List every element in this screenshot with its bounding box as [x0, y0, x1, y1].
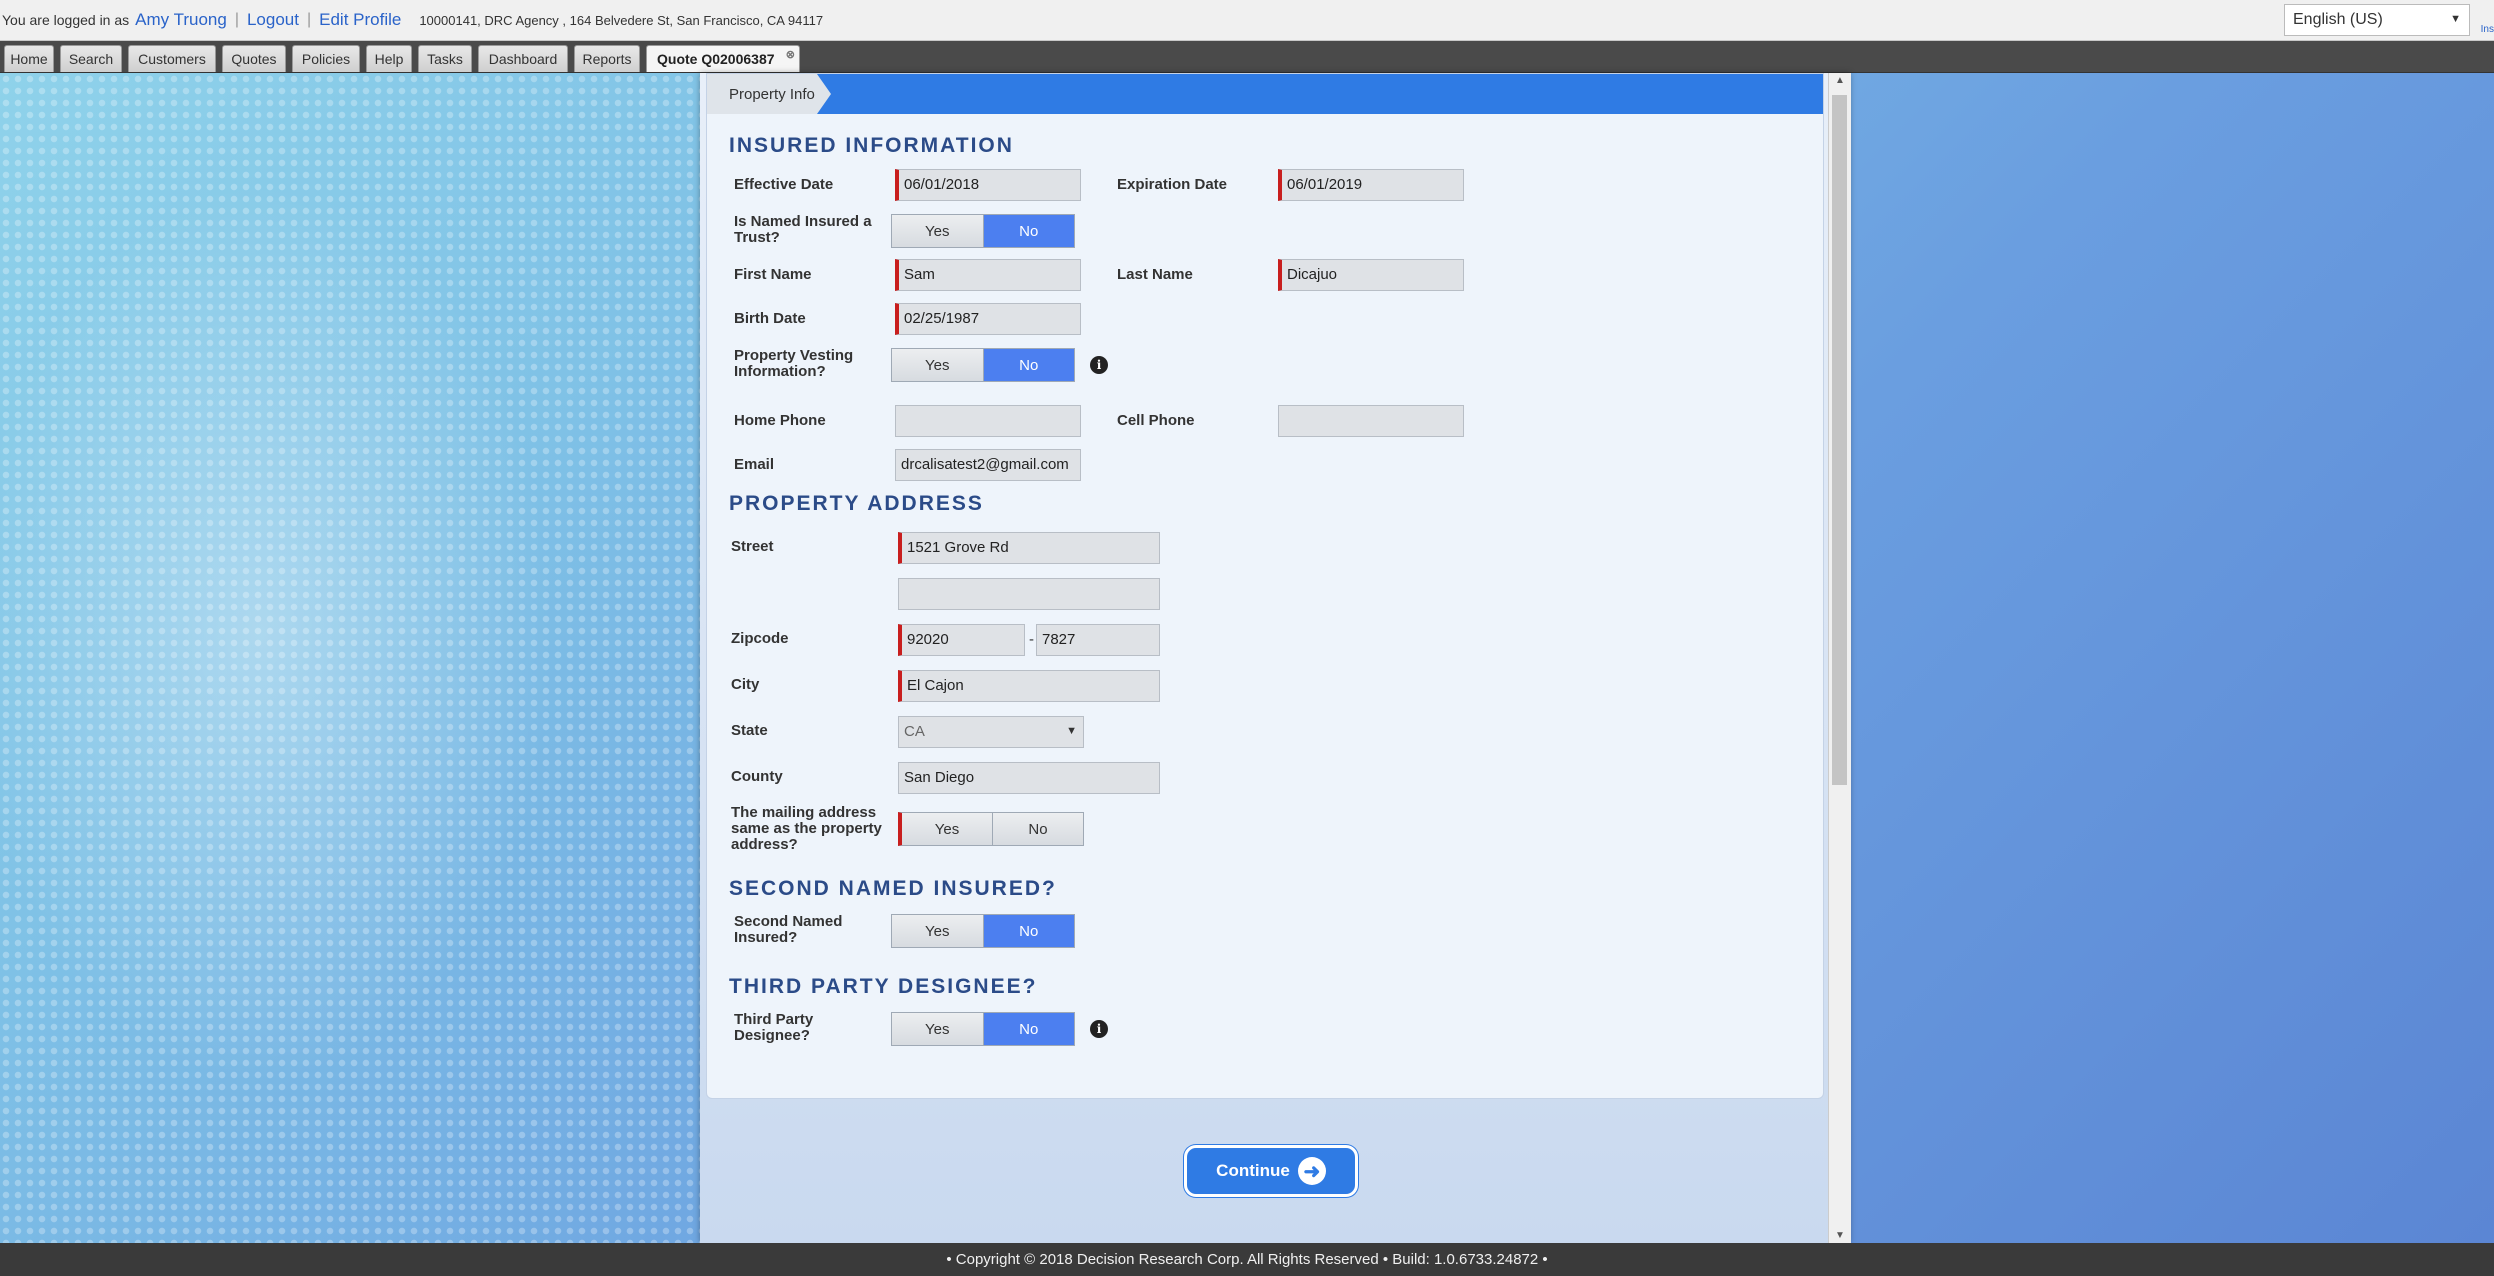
trust-toggle[interactable]: Yes No	[891, 214, 1075, 248]
zip-extension-input[interactable]: 7827	[1036, 624, 1160, 656]
email-label: Email	[734, 456, 775, 473]
county-label: County	[731, 768, 783, 785]
tab-dashboard[interactable]: Dashboard	[478, 45, 568, 72]
card-header: Property Info	[707, 74, 1823, 114]
third-party-yes-button[interactable]: Yes	[892, 1013, 983, 1045]
divider: |	[306, 11, 312, 28]
tab-tasks[interactable]: Tasks	[418, 45, 472, 72]
street2-input[interactable]	[898, 578, 1160, 610]
state-value: CA	[904, 723, 925, 740]
trust-yes-button[interactable]: Yes	[892, 215, 983, 247]
mailing-yes-button[interactable]: Yes	[902, 813, 992, 845]
tab-policies[interactable]: Policies	[292, 45, 360, 72]
logout-link[interactable]: Logout	[247, 10, 299, 30]
street-label: Street	[731, 538, 774, 555]
home-phone-label: Home Phone	[734, 412, 826, 429]
expiration-date-input[interactable]: 06/01/2019	[1278, 169, 1464, 201]
divider: |	[234, 11, 239, 28]
user-bar: You are logged in as Amy Truong | Logout…	[0, 0, 2494, 41]
tab-help[interactable]: Help	[366, 45, 412, 72]
effective-date-label: Effective Date	[734, 176, 834, 193]
cell-phone-label: Cell Phone	[1117, 412, 1195, 429]
street-input[interactable]: 1521 Grove Rd	[898, 532, 1160, 564]
tab-quote-label: Quote Q02006387	[657, 51, 775, 67]
county-input[interactable]: San Diego	[898, 762, 1160, 794]
zipcode-label: Zipcode	[731, 630, 789, 647]
third-party-toggle[interactable]: Yes No	[891, 1012, 1075, 1046]
chevron-down-icon: ▼	[1066, 725, 1077, 737]
mailing-no-button[interactable]: No	[992, 813, 1083, 845]
zipcode-input[interactable]: 92020	[898, 624, 1025, 656]
vesting-toggle[interactable]: Yes No	[891, 348, 1075, 382]
chevron-down-icon: ▼	[2450, 13, 2461, 25]
continue-label: Continue	[1216, 1161, 1290, 1180]
trust-label: Is Named Insured a Trust?	[734, 213, 872, 246]
info-icon[interactable]: i	[1090, 1020, 1108, 1038]
breadcrumb-property-info[interactable]: Property Info	[707, 74, 831, 114]
vertical-scrollbar[interactable]: ▲ ▼	[1828, 73, 1851, 1243]
third-party-no-button[interactable]: No	[982, 1013, 1074, 1045]
expiration-date-label: Expiration Date	[1117, 176, 1228, 193]
section-title-third-party: THIRD PARTY DESIGNEE?	[729, 975, 1038, 998]
language-select[interactable]: English (US) ▼	[2284, 4, 2470, 36]
state-select[interactable]: CA ▼	[898, 716, 1084, 748]
tab-quotes[interactable]: Quotes	[222, 45, 286, 72]
home-phone-input[interactable]	[895, 405, 1081, 437]
tab-search[interactable]: Search	[60, 45, 122, 72]
arrow-right-icon: ➜	[1297, 1157, 1326, 1185]
copyright-text: • Copyright © 2018 Decision Research Cor…	[946, 1251, 1548, 1268]
tab-home[interactable]: Home	[4, 45, 54, 72]
edge-link[interactable]: Ins	[2481, 24, 2494, 35]
logged-in-label: You are logged in as	[2, 12, 130, 28]
user-name-link[interactable]: Amy Truong	[135, 10, 227, 30]
tab-quote[interactable]: Quote Q02006387 ⊗	[646, 45, 800, 72]
mailing-address-label: The mailing address same as the property…	[731, 804, 882, 853]
language-value: English (US)	[2293, 11, 2383, 28]
vesting-yes-button[interactable]: Yes	[892, 349, 983, 381]
form-frame: Property Info INSURED INFORMATION Effect…	[700, 73, 1851, 1243]
birth-date-label: Birth Date	[734, 310, 806, 327]
trust-no-button[interactable]: No	[982, 215, 1074, 247]
edit-profile-link[interactable]: Edit Profile	[319, 10, 401, 30]
agency-info: 10000141, DRC Agency , 164 Belvedere St,…	[419, 12, 824, 28]
birth-date-input[interactable]: 02/25/1987	[895, 303, 1081, 335]
property-info-card: Property Info INSURED INFORMATION Effect…	[706, 73, 1824, 1099]
third-party-label: Third Party Designee?	[734, 1011, 814, 1044]
section-title-insured: INSURED INFORMATION	[729, 134, 1014, 157]
city-input[interactable]: El Cajon	[898, 670, 1160, 702]
cell-phone-input[interactable]	[1278, 405, 1464, 437]
info-icon[interactable]: i	[1090, 356, 1108, 374]
nav-bar: Home Search Customers Quotes Policies He…	[0, 41, 2494, 73]
first-name-label: First Name	[734, 266, 812, 283]
first-name-input[interactable]: Sam	[895, 259, 1081, 291]
second-named-toggle[interactable]: Yes No	[891, 914, 1075, 948]
email-input[interactable]: drcalisatest2@gmail.com	[895, 449, 1081, 481]
state-label: State	[731, 722, 768, 739]
second-named-no-button[interactable]: No	[982, 915, 1074, 947]
city-label: City	[731, 676, 760, 693]
second-named-label: Second Named Insured?	[734, 913, 843, 946]
vesting-no-button[interactable]: No	[982, 349, 1074, 381]
mailing-address-toggle[interactable]: Yes No	[898, 812, 1084, 846]
close-icon[interactable]: ⊗	[786, 48, 795, 61]
tab-reports[interactable]: Reports	[574, 45, 640, 72]
scroll-down-icon[interactable]: ▼	[1835, 1230, 1845, 1241]
section-title-property: PROPERTY ADDRESS	[729, 492, 984, 515]
scrollbar-thumb[interactable]	[1832, 95, 1847, 785]
second-named-yes-button[interactable]: Yes	[892, 915, 983, 947]
effective-date-input[interactable]: 06/01/2018	[895, 169, 1081, 201]
last-name-input[interactable]: Dicajuo	[1278, 259, 1464, 291]
section-title-second-insured: SECOND NAMED INSURED?	[729, 877, 1057, 900]
tab-customers[interactable]: Customers	[128, 45, 216, 72]
background-pattern	[0, 73, 700, 1243]
scroll-up-icon[interactable]: ▲	[1835, 75, 1845, 86]
last-name-label: Last Name	[1117, 266, 1193, 283]
footer: • Copyright © 2018 Decision Research Cor…	[0, 1243, 2494, 1276]
continue-button[interactable]: Continue ➜	[1184, 1145, 1358, 1197]
zip-dash: -	[1029, 631, 1034, 648]
vesting-label: Property Vesting Information?	[734, 347, 854, 380]
